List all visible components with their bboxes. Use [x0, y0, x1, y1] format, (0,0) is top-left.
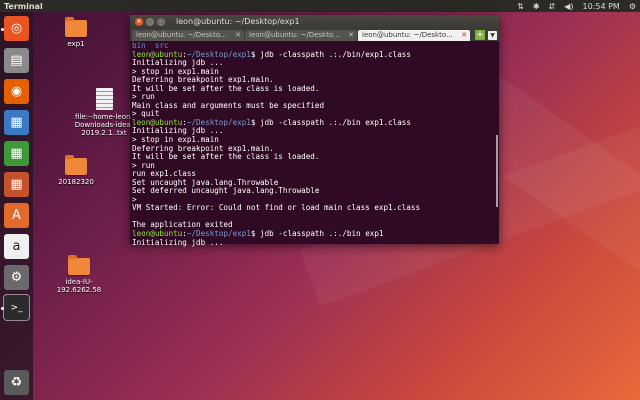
active-app-title: Terminal	[4, 1, 43, 11]
amazon-icon[interactable]: a	[4, 234, 29, 259]
dash-icon[interactable]: ◎	[4, 16, 29, 41]
tab-label: leon@ubuntu: ~/Deskto...	[249, 31, 340, 39]
close-tab-icon[interactable]: ✕	[235, 31, 241, 39]
desktop-file-txt[interactable]: file:--home-leon- Downloads-idea- 2019.2…	[72, 88, 136, 137]
launcher: ◎ ▤ ◉ ▦ ▦ ▦ Aa ⚙ >_ ♻	[0, 12, 33, 400]
terminal-line: It will be set after the class is loaded…	[132, 83, 320, 93]
files-icon[interactable]: ▤	[4, 48, 29, 73]
tab-label: leon@ubuntu: ~/Deskto...	[362, 31, 453, 39]
desktop-icon-label: Downloads-idea-	[74, 121, 134, 129]
clock[interactable]: 10:54 PM	[583, 2, 620, 11]
minimize-icon[interactable]: –	[146, 17, 154, 26]
impress-icon[interactable]: ▦	[4, 172, 29, 197]
terminal-line: Initializing jdb ...	[132, 237, 224, 247]
terminal-tab-2[interactable]: leon@ubuntu: ~/Deskto... ✕	[245, 30, 357, 41]
desktop-icon-label: exp1	[67, 40, 85, 48]
desktop-icon-label: 20182320	[58, 178, 94, 186]
folder-icon	[65, 155, 87, 175]
tab-menu-icon[interactable]: ▼	[488, 31, 497, 40]
firefox-icon[interactable]: ◉	[4, 79, 29, 104]
desktop-icon-label: idea-IU-192.6262.58	[56, 278, 102, 294]
terminal-line: Set deferred uncaught java.lang.Throwabl…	[132, 186, 320, 196]
terminal-line: VM Started: Error: Could not find or loa…	[132, 203, 421, 213]
software-icon[interactable]: A	[4, 203, 29, 228]
close-tab-icon[interactable]: ✕	[461, 31, 467, 39]
bluetooth-icon[interactable]: ✱	[533, 2, 540, 11]
folder-icon	[68, 255, 90, 275]
terminal-scrollbar[interactable]	[496, 135, 498, 207]
tab-label: leon@ubuntu: ~/Deskto...	[136, 31, 227, 39]
window-title: leon@ubuntu: ~/Desktop/exp1	[176, 17, 300, 26]
terminal-line: Main class and arguments must be specifi…	[132, 100, 325, 110]
terminal-window[interactable]: ✕ – □ leon@ubuntu: ~/Desktop/exp1 leon@u…	[130, 15, 499, 246]
terminal-tab-1[interactable]: leon@ubuntu: ~/Deskto... ✕	[132, 30, 244, 41]
close-tab-icon[interactable]: ✕	[348, 31, 354, 39]
trash-icon[interactable]: ♻	[4, 370, 29, 395]
terminal-pip	[1, 307, 4, 310]
text-file-icon	[95, 88, 113, 110]
desktop-folder-idea[interactable]: idea-IU-192.6262.58	[44, 255, 114, 294]
close-icon[interactable]: ✕	[135, 17, 143, 26]
settings-icon[interactable]: ⚙	[4, 265, 29, 290]
new-tab-icon[interactable]: +	[475, 30, 485, 40]
calc-icon[interactable]: ▦	[4, 141, 29, 166]
keyboard-icon[interactable]: ⇅	[517, 2, 524, 11]
terminal-titlebar[interactable]: ✕ – □ leon@ubuntu: ~/Desktop/exp1	[130, 15, 499, 28]
maximize-icon[interactable]: □	[157, 17, 165, 26]
folder-icon	[65, 17, 87, 37]
desktop-icon-label: file:--home-leon-	[75, 113, 133, 121]
desktop-icon-label: 2019.2.1..txt	[81, 129, 127, 137]
writer-icon[interactable]: ▦	[4, 110, 29, 135]
network-icon[interactable]: ⇵	[549, 2, 556, 11]
desktop-folder-20182320[interactable]: 20182320	[44, 155, 108, 186]
terminal-tabs: leon@ubuntu: ~/Deskto... ✕ leon@ubuntu: …	[130, 28, 499, 41]
top-panel: Terminal ⇅ ✱ ⇵ ◀) 10:54 PM ⚙	[0, 0, 640, 12]
power-icon[interactable]: ⚙	[629, 2, 636, 11]
terminal-tab-3[interactable]: leon@ubuntu: ~/Deskto... ✕	[358, 30, 470, 41]
desktop-folder-exp1[interactable]: exp1	[44, 17, 108, 48]
terminal-line: It will be set after the class is loaded…	[132, 152, 320, 162]
dash-pip	[1, 28, 4, 31]
terminal-icon[interactable]: >_	[4, 295, 29, 320]
terminal-output[interactable]: bin src leon@ubuntu:~/Desktop/exp1$ jdb -…	[130, 41, 499, 248]
volume-icon[interactable]: ◀)	[564, 2, 573, 11]
